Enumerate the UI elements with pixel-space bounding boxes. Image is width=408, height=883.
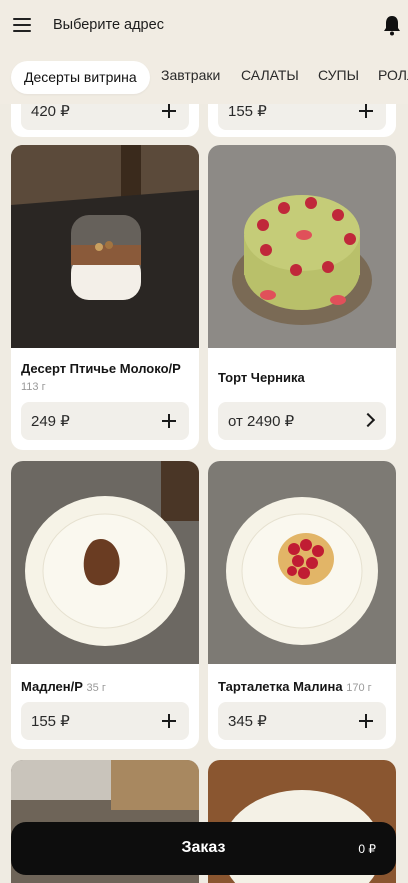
price-label: 249 ₽ — [31, 413, 70, 430]
product-name-row: Тарталетка Малина 170 г — [218, 679, 372, 694]
address-selector[interactable]: Выберите адрес — [53, 17, 164, 33]
product-weight: 113 г — [21, 381, 46, 393]
product-name: Торт Черника — [218, 370, 305, 385]
price-label: 420 ₽ — [31, 104, 70, 120]
tab-rolls[interactable]: РОЛЛ — [378, 67, 408, 83]
product-card[interactable]: Тарталетка Малина 170 г 345 ₽ — [208, 461, 396, 749]
product-card[interactable]: Мадлен/Р 35 г 155 ₽ — [11, 461, 199, 749]
plus-icon[interactable] — [356, 104, 376, 121]
plus-icon[interactable] — [159, 411, 179, 431]
tab-soups[interactable]: СУПЫ — [318, 67, 359, 83]
tab-breakfasts[interactable]: Завтраки — [161, 67, 220, 83]
product-weight: 35 г — [86, 682, 106, 694]
price-label: от 2490 ₽ — [228, 413, 295, 430]
price-bar[interactable]: 345 ₽ — [218, 702, 386, 740]
product-card[interactable]: 155 ₽ — [208, 104, 396, 137]
product-card[interactable]: 420 ₽ — [11, 104, 199, 137]
product-image — [208, 461, 396, 664]
tab-desserts-showcase[interactable]: Десерты витрина — [11, 61, 150, 94]
product-image — [208, 145, 396, 348]
plus-icon[interactable] — [159, 711, 179, 731]
category-tabs: Десерты витрина Завтраки САЛАТЫ СУПЫ РОЛ… — [0, 52, 408, 104]
product-image — [11, 145, 199, 348]
tab-salads[interactable]: САЛАТЫ — [241, 67, 299, 83]
price-label: 155 ₽ — [228, 104, 267, 120]
product-name: Десерт Птичье Молоко/Р — [21, 361, 181, 376]
price-label: 155 ₽ — [31, 713, 70, 730]
product-card[interactable]: Торт Черника от 2490 ₽ — [208, 145, 396, 450]
order-button[interactable]: Заказ 0 ₽ — [11, 822, 396, 875]
order-label: Заказ — [181, 839, 226, 856]
product-image — [11, 461, 199, 664]
hamburger-menu-icon[interactable] — [13, 18, 31, 32]
product-name-row: Мадлен/Р 35 г — [21, 679, 106, 694]
plus-icon[interactable] — [159, 104, 179, 121]
price-bar[interactable]: 420 ₽ — [21, 104, 189, 130]
product-card[interactable]: Десерт Птичье Молоко/Р 113 г 249 ₽ — [11, 145, 199, 450]
order-total: 0 ₽ — [358, 842, 376, 856]
product-name: Тарталетка Малина — [218, 679, 343, 694]
price-label: 345 ₽ — [228, 713, 267, 730]
price-bar[interactable]: 249 ₽ — [21, 402, 189, 440]
price-bar[interactable]: от 2490 ₽ — [218, 402, 386, 440]
bell-icon[interactable] — [382, 14, 402, 36]
header: Выберите адрес — [0, 0, 408, 52]
price-bar[interactable]: 155 ₽ — [21, 702, 189, 740]
plus-icon[interactable] — [356, 711, 376, 731]
chevron-right-icon[interactable] — [360, 412, 376, 428]
product-weight: 170 г — [346, 682, 372, 694]
price-bar[interactable]: 155 ₽ — [218, 104, 386, 130]
product-name: Мадлен/Р — [21, 679, 83, 694]
